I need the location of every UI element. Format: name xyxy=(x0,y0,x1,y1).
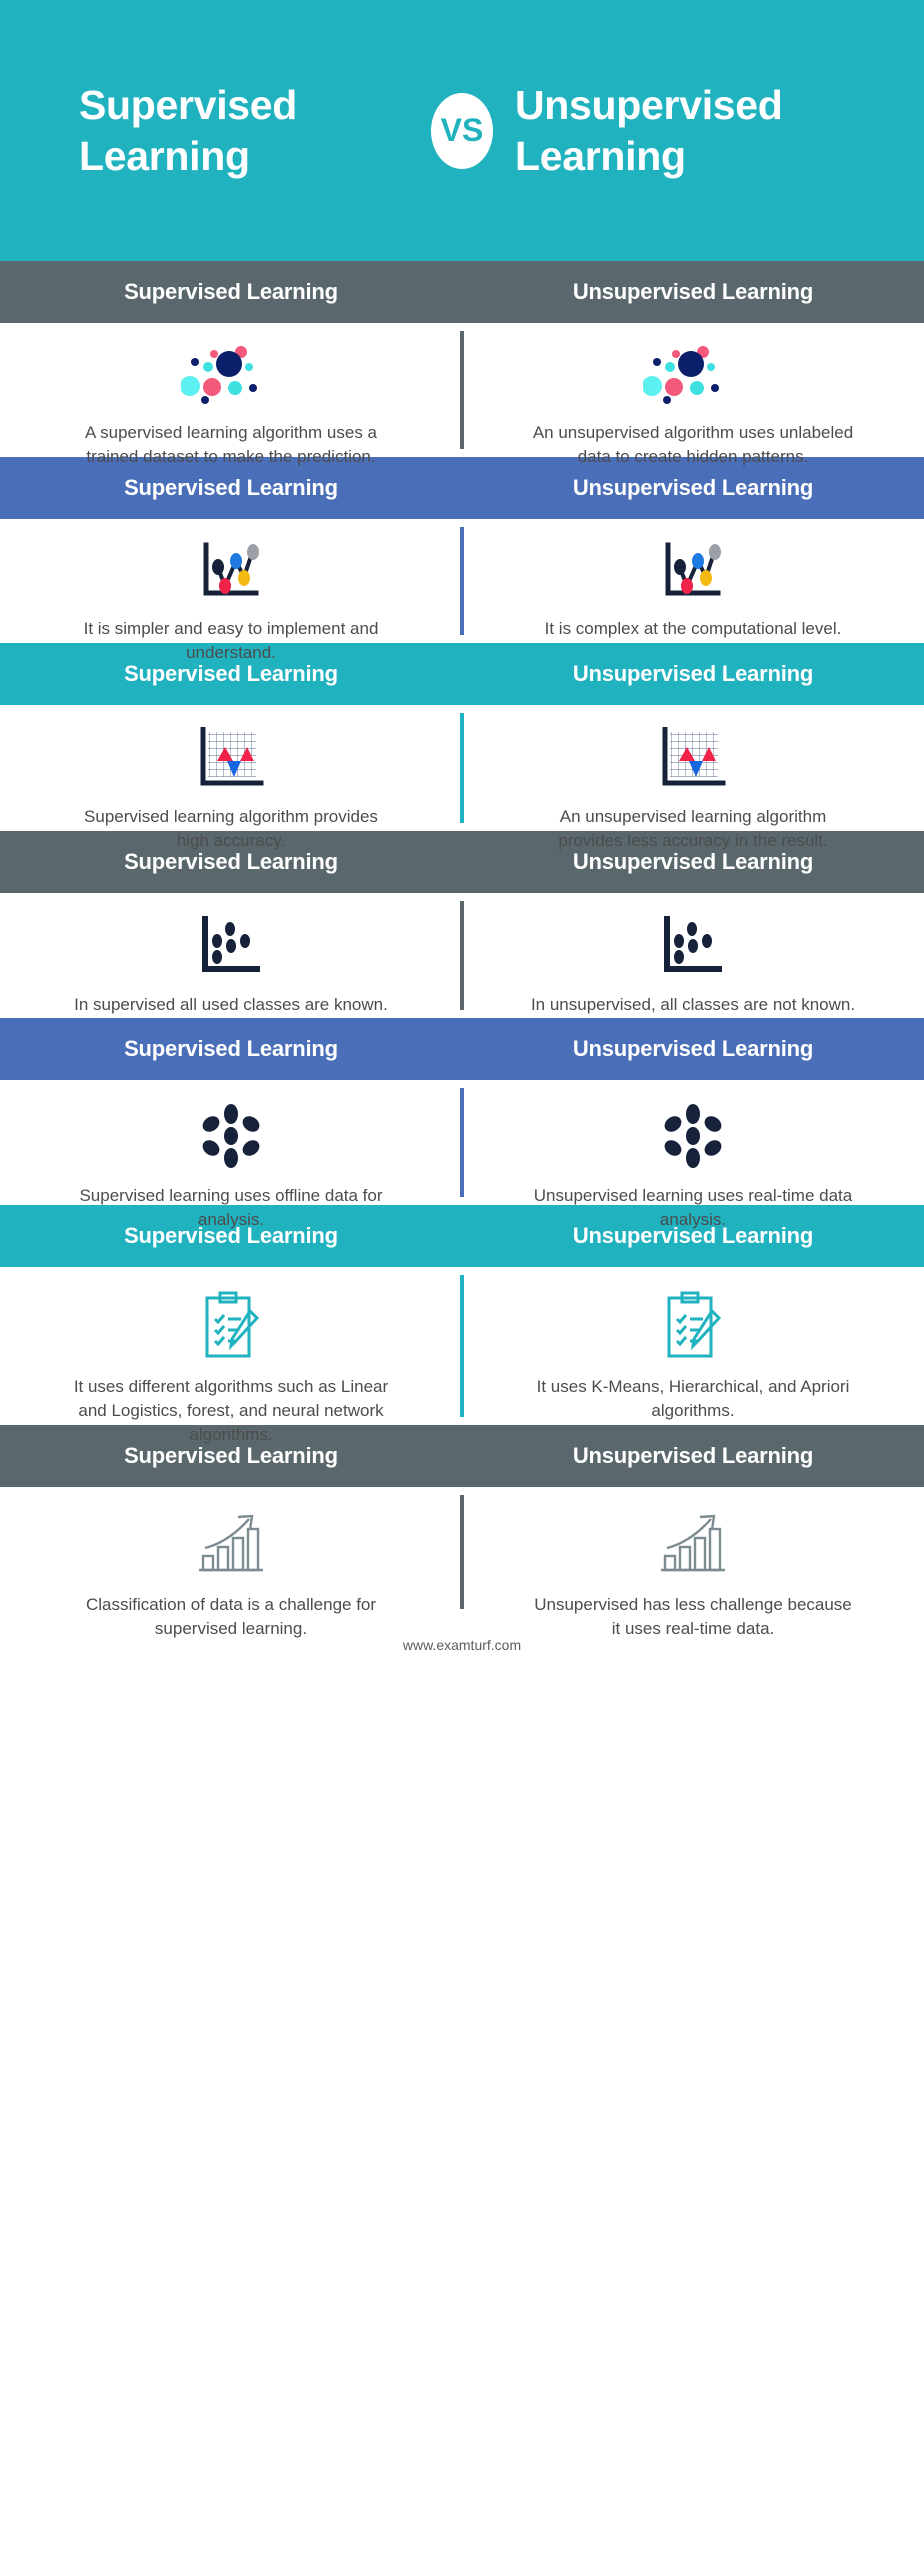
section-2-right-pane: It is complex at the computational level… xyxy=(462,519,924,643)
section-4-right-pane: In unsupervised, all classes are not kno… xyxy=(462,893,924,1018)
section-row-3: Supervised learning algorithm provides h… xyxy=(0,705,924,850)
section-1-right-header: Unsupervised Learning xyxy=(572,279,814,304)
clipboard-checklist-pencil-icon xyxy=(662,1289,724,1361)
section-1-left-text: A supervised learning algorithm uses a t… xyxy=(85,423,377,467)
clipboard-checklist-pencil-icon xyxy=(200,1289,262,1361)
scatter-dots-icon xyxy=(643,345,743,407)
section-row-7: Classification of data is a challenge fo… xyxy=(0,1487,924,1638)
section-6-right-text: It uses K-Means, Hierarchical, and Aprio… xyxy=(536,1377,850,1421)
section-2-right-text: It is complex at the computational level… xyxy=(544,619,842,638)
section-5-right-pane: Unsupervised learning uses real-time dat… xyxy=(462,1080,924,1229)
section-3-left-pane: Supervised learning algorithm provides h… xyxy=(0,705,462,850)
scatter-dots-icon xyxy=(181,345,281,407)
section-1-right-text: An unsupervised algorithm uses unlabeled… xyxy=(532,423,854,467)
section-7-right-header: Unsupervised Learning xyxy=(572,1443,814,1468)
scatter-plot-axes-icon xyxy=(657,915,729,979)
growth-bar-chart-arrow-icon xyxy=(193,1509,269,1579)
section-5-left-header: Supervised Learning xyxy=(124,1036,338,1061)
title-left: Supervised Learning xyxy=(79,82,298,179)
section-1-right-pane: An unsupervised algorithm uses unlabeled… xyxy=(462,323,924,466)
section-7-right-pane: Unsupervised has less challenge because … xyxy=(462,1487,924,1638)
section-1-left-pane: A supervised learning algorithm uses a t… xyxy=(0,323,462,466)
section-5-left-pane: Supervised learning uses offline data fo… xyxy=(0,1080,462,1229)
section-1-left-header: Supervised Learning xyxy=(124,279,338,304)
row-divider-1 xyxy=(460,331,464,449)
section-4-left-pane: In supervised all used classes are known… xyxy=(0,893,462,1018)
section-2-left-header: Supervised Learning xyxy=(124,475,338,500)
section-2-right-header: Unsupervised Learning xyxy=(572,475,814,500)
section-6-right-pane: It uses K-Means, Hierarchical, and Aprio… xyxy=(462,1267,924,1425)
section-7-left-pane: Classification of data is a challenge fo… xyxy=(0,1487,462,1638)
section-4-left-text: In supervised all used classes are known… xyxy=(74,995,388,1014)
section-7-right-text: Unsupervised has less challenge because … xyxy=(534,1595,852,1639)
section-7-left-text: Classification of data is a challenge fo… xyxy=(85,1595,377,1639)
scatter-plot-axes-icon xyxy=(195,915,267,979)
section-header-bar-1: Supervised Learning Unsupervised Learnin… xyxy=(0,261,924,323)
section-2-left-text: It is simpler and easy to implement and … xyxy=(83,619,379,663)
grid-triangles-chart-icon xyxy=(657,727,729,791)
infographic-root: Supervised Learning VS Unsupervised Lear… xyxy=(0,0,924,2560)
cluster-flower-icon xyxy=(196,1102,266,1170)
section-row-2: It is simpler and easy to implement and … xyxy=(0,519,924,662)
footer-url: www.examturf.com xyxy=(402,1637,522,1653)
row-divider-7 xyxy=(460,1495,464,1609)
section-row-5: Supervised learning uses offline data fo… xyxy=(0,1080,924,1229)
growth-bar-chart-arrow-icon xyxy=(655,1509,731,1579)
section-row-6: It uses different algorithms such as Lin… xyxy=(0,1267,924,1444)
section-2-left-pane: It is simpler and easy to implement and … xyxy=(0,519,462,662)
section-row-1: A supervised learning algorithm uses a t… xyxy=(0,323,924,466)
title-banner: Supervised Learning VS Unsupervised Lear… xyxy=(0,0,924,261)
section-3-right-text: An unsupervised learning algorithm provi… xyxy=(558,807,828,851)
line-graph-nodes-icon xyxy=(198,541,264,603)
line-graph-nodes-icon xyxy=(660,541,726,603)
vs-badge: VS xyxy=(431,92,493,169)
row-divider-4 xyxy=(460,901,464,1010)
section-4-right-text: In unsupervised, all classes are not kno… xyxy=(530,995,856,1014)
row-divider-2 xyxy=(460,527,464,635)
grid-triangles-chart-icon xyxy=(195,727,267,791)
section-3-left-text: Supervised learning algorithm provides h… xyxy=(84,807,378,851)
section-6-left-pane: It uses different algorithms such as Lin… xyxy=(0,1267,462,1444)
section-3-right-header: Unsupervised Learning xyxy=(572,661,814,686)
section-5-right-header: Unsupervised Learning xyxy=(572,1036,814,1061)
section-5-right-text: Unsupervised learning uses real-time dat… xyxy=(533,1186,853,1230)
row-divider-5 xyxy=(460,1088,464,1197)
section-header-bar-5: Supervised Learning Unsupervised Learnin… xyxy=(0,1018,924,1080)
title-right: Unsupervised Learning xyxy=(515,82,783,179)
section-6-left-text: It uses different algorithms such as Lin… xyxy=(73,1377,389,1445)
cluster-flower-icon xyxy=(658,1102,728,1170)
section-5-left-text: Supervised learning uses offline data fo… xyxy=(79,1186,383,1230)
row-divider-3 xyxy=(460,713,464,823)
section-row-4: In supervised all used classes are known… xyxy=(0,893,924,1018)
row-divider-6 xyxy=(460,1275,464,1417)
section-3-right-pane: An unsupervised learning algorithm provi… xyxy=(462,705,924,850)
